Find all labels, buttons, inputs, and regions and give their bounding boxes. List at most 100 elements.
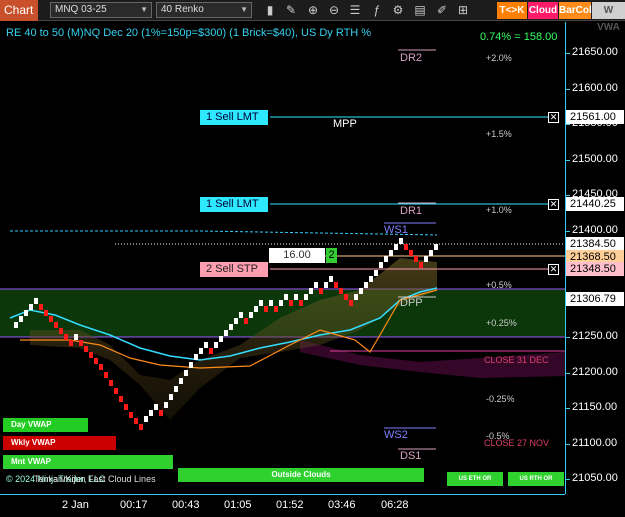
price-tick-mark	[565, 53, 570, 54]
down-brick	[114, 388, 118, 394]
down-brick	[69, 340, 73, 346]
weekly-vwap-button[interactable]: Wkly VWAP	[3, 436, 116, 450]
price-tick: 21250.00	[572, 330, 618, 342]
down-brick	[244, 318, 248, 324]
up-brick	[19, 316, 23, 322]
us-rth-or-button[interactable]: US RTH OR	[508, 472, 564, 486]
down-brick	[319, 288, 323, 294]
price-tick-mark	[565, 372, 570, 374]
up-brick	[314, 282, 318, 288]
price-tick-mark	[565, 195, 570, 196]
price-tick: 21050.00	[572, 472, 618, 484]
down-brick	[44, 310, 48, 316]
price-tick-mark	[565, 479, 570, 480]
up-brick	[189, 362, 193, 368]
time-tick: 03:46	[328, 499, 356, 511]
pct-label: +2.0%	[486, 53, 512, 63]
up-brick	[219, 336, 223, 342]
chart-change-readout: 0.74% = 158.00	[480, 31, 558, 43]
close-27-nov-label: CLOSE 27 NOV	[484, 438, 550, 448]
down-brick	[99, 364, 103, 370]
price-tick: 21500.00	[572, 152, 618, 165]
down-brick	[49, 316, 53, 322]
resistance-line	[10, 230, 438, 236]
indicator-legend-text: Tenkan/Kijun Fast Cloud Lines	[34, 474, 156, 484]
up-brick	[294, 294, 298, 300]
down-brick	[419, 262, 423, 268]
monthly-vwap-button[interactable]: Mnt VWAP	[3, 455, 173, 469]
down-brick	[139, 424, 143, 430]
up-brick	[279, 300, 283, 306]
sell-limit-order-label-2[interactable]: 1 Sell LMT	[200, 197, 268, 212]
sell-stop-order-label[interactable]: 2 Sell STP	[200, 262, 268, 277]
price-tick-mark	[565, 337, 570, 338]
price-tick: 21200.00	[572, 365, 618, 378]
pct-label: +0.5%	[486, 280, 512, 290]
down-brick	[349, 300, 353, 306]
down-brick	[274, 306, 278, 312]
price-tick-mark	[565, 159, 570, 161]
up-brick	[284, 294, 288, 300]
cancel-order-icon[interactable]: ✕	[548, 112, 559, 123]
down-brick	[409, 250, 413, 256]
down-brick	[109, 380, 113, 386]
level-dr1: DR1	[400, 205, 423, 217]
time-tick: 00:43	[172, 499, 200, 511]
down-brick	[124, 404, 128, 410]
up-brick	[394, 244, 398, 250]
up-brick	[399, 238, 403, 244]
up-brick	[374, 270, 378, 276]
up-brick	[169, 394, 173, 400]
up-brick	[34, 298, 38, 304]
up-brick	[379, 262, 383, 268]
time-tick: 2 Jan	[62, 499, 89, 511]
price-tick: 21400.00	[572, 223, 618, 236]
outside-clouds-button[interactable]: Outside Clouds	[178, 468, 424, 482]
down-brick	[64, 334, 68, 340]
pct-label: -0.25%	[486, 394, 515, 404]
up-brick	[199, 348, 203, 354]
up-brick	[14, 322, 18, 328]
up-brick	[359, 288, 363, 294]
price-tick: 21100.00	[572, 436, 618, 449]
up-brick	[24, 310, 28, 316]
down-brick	[39, 304, 43, 310]
up-brick	[434, 244, 438, 250]
price-tick-mark	[565, 408, 570, 409]
up-brick	[234, 318, 238, 324]
price-tag-sell-limit-2: 21440.25	[566, 197, 624, 211]
up-brick	[269, 300, 273, 306]
day-vwap-button[interactable]: Day VWAP	[3, 418, 88, 432]
cancel-order-icon[interactable]: ✕	[548, 264, 559, 275]
up-brick	[229, 324, 233, 330]
up-brick	[164, 402, 168, 408]
down-brick	[299, 300, 303, 306]
us-eth-or-button[interactable]: US ETH OR	[447, 472, 503, 486]
price-tag-sell-limit-1: 21561.00	[566, 110, 624, 124]
position-qty-badge[interactable]: 2	[326, 248, 337, 263]
down-brick	[119, 396, 123, 402]
level-mpp: MPP	[333, 118, 357, 130]
up-brick	[354, 294, 358, 300]
cancel-order-icon[interactable]: ✕	[548, 199, 559, 210]
price-tick: 21650.00	[572, 46, 618, 58]
up-brick	[154, 404, 158, 410]
up-brick	[29, 304, 33, 310]
down-brick	[344, 294, 348, 300]
sell-limit-order-label-1[interactable]: 1 Sell LMT	[200, 110, 268, 125]
up-brick	[364, 282, 368, 288]
time-tick: 01:52	[276, 499, 304, 511]
position-pnl-input[interactable]: 16.00	[269, 248, 325, 263]
up-brick	[329, 276, 333, 282]
level-dpp: DPP	[400, 297, 423, 309]
up-brick	[369, 276, 373, 282]
price-tick-mark	[565, 443, 570, 445]
up-brick	[429, 250, 433, 256]
down-brick	[59, 328, 63, 334]
pct-label: +1.5%	[486, 129, 512, 139]
time-tick: 06:28	[381, 499, 409, 511]
up-brick	[254, 306, 258, 312]
time-tick: 00:17	[120, 499, 148, 511]
down-brick	[264, 306, 268, 312]
up-brick	[304, 294, 308, 300]
